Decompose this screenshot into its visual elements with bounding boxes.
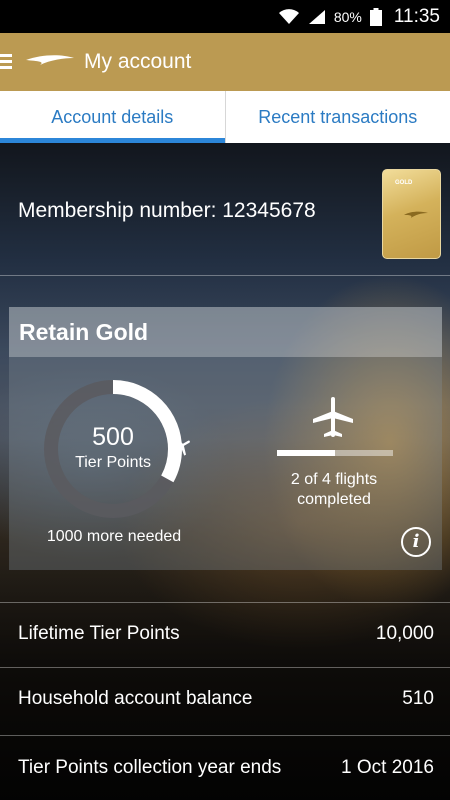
tier-goal-title: Retain Gold [19,319,149,345]
battery-percentage: 80% [333,8,362,25]
tier-points-value: 500 [92,423,134,451]
airplane-icon [313,397,353,437]
tier-panel-header: Retain Gold [9,307,442,357]
app-bar: My account [0,33,450,91]
clock: 11:35 [393,5,440,27]
lifetime-tier-points-label: Lifetime Tier Points [18,623,180,644]
flights-progress-fill [277,450,335,456]
signal-icon [308,9,325,24]
flights-completed-line: completed [297,491,371,508]
flights-count-line: 2 of 4 flights [290,471,378,488]
status-bar: 80% 11:35 [0,0,450,33]
tab-account-details[interactable]: Account details [0,91,225,143]
wifi-icon [278,8,299,24]
collection-year-ends-label: Tier Points collection year ends [18,757,282,778]
card-tier-label: GOLD [395,180,413,186]
collection-year-ends-value: 1 Oct 2016 [341,757,434,778]
menu-icon[interactable] [0,54,14,70]
airline-logo-icon [26,55,74,65]
list-item: Lifetime Tier Points 10,000 [0,603,450,667]
info-icon[interactable]: i [401,527,431,557]
points-needed-text: 1000 more needed [46,528,182,545]
membership-card[interactable]: GOLD [382,169,441,259]
lifetime-tier-points-value: 10,000 [375,623,434,644]
list-item: Household account balance 510 [0,668,450,732]
page-title: My account [84,50,192,73]
membership-number: Membership number: 12345678 [18,199,316,222]
divider [0,275,450,276]
divider [0,735,450,736]
flights-completed-text: 2 of 4 flights completed [264,470,404,510]
tab-bar: Account details Recent transactions [0,91,450,143]
flights-progress-bar [277,450,393,456]
household-balance-value: 510 [402,688,434,709]
household-balance-label: Household account balance [18,688,253,709]
battery-icon [369,7,382,26]
status-icons: 80% 11:35 [278,0,440,33]
card-logo-icon [404,211,428,218]
account-content: Membership number: 12345678 GOLD Retain … [0,143,450,800]
list-item: Tier Points collection year ends 1 Oct 2… [0,737,450,800]
tab-recent-transactions[interactable]: Recent transactions [224,91,450,143]
tier-status-panel: Retain Gold 500 Tier Points 1000 more ne… [9,307,442,570]
tier-points-label: Tier Points [75,454,151,471]
